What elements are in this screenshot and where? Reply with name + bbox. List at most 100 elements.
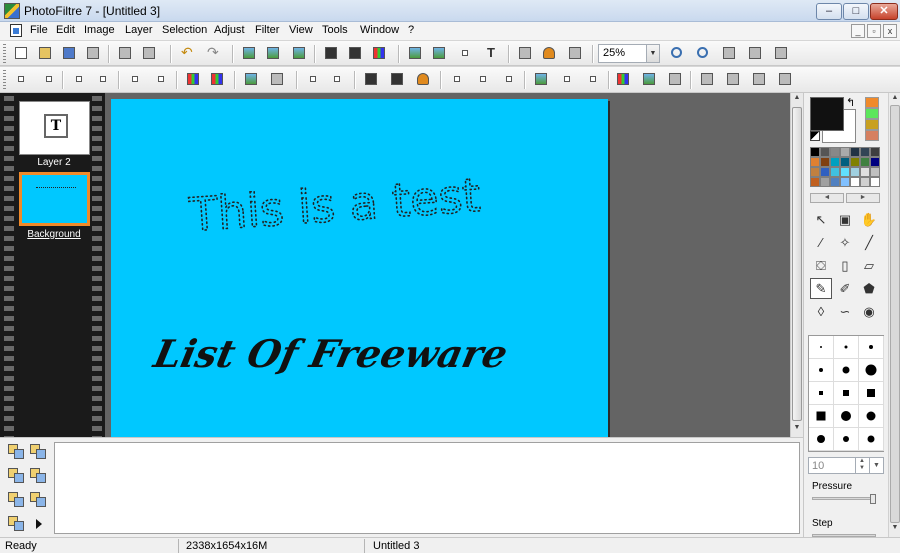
paste-layer-button[interactable] — [776, 70, 794, 88]
palette-swatch[interactable] — [860, 167, 870, 177]
scroll-up-icon[interactable]: ▲ — [792, 94, 802, 106]
play-icon[interactable] — [36, 519, 42, 529]
brush-shape-option[interactable] — [809, 359, 834, 382]
pointer-icon[interactable]: ↖ — [810, 209, 832, 230]
align-left-button[interactable] — [698, 70, 716, 88]
emboss-button[interactable] — [584, 70, 602, 88]
merge-layer-icon[interactable] — [8, 492, 24, 507]
brush-shape-option[interactable] — [809, 382, 834, 405]
zoom-out-button[interactable] — [694, 44, 712, 62]
palette-swatch[interactable] — [820, 147, 830, 157]
align-center-button[interactable] — [724, 70, 742, 88]
layer-options-icon[interactable] — [30, 444, 46, 459]
scrollbar-thumb[interactable] — [792, 107, 802, 421]
brush-shape-option[interactable] — [859, 428, 884, 451]
mdi-minimize-button[interactable]: _ — [851, 24, 865, 38]
layer-label[interactable]: Layer 2 — [8, 157, 100, 168]
brush-shape-option[interactable] — [834, 428, 859, 451]
fit-screen-button[interactable] — [772, 44, 790, 62]
menu-file[interactable]: File — [30, 24, 48, 36]
recent-color-swatch[interactable] — [865, 130, 879, 141]
palette-swatch[interactable] — [870, 167, 880, 177]
crop-button[interactable] — [290, 44, 308, 62]
blur-icon[interactable]: ◊ — [810, 301, 832, 322]
undo-button[interactable] — [178, 44, 196, 62]
palette-swatch[interactable] — [860, 157, 870, 167]
palette-swatch[interactable] — [870, 157, 880, 167]
flip-horizontal-button[interactable] — [614, 70, 632, 88]
palette-next-button[interactable]: ► — [846, 193, 880, 203]
palette-swatch[interactable] — [830, 177, 840, 187]
fullscreen-button[interactable] — [566, 44, 584, 62]
negative-button[interactable] — [388, 70, 406, 88]
palette-swatch[interactable] — [850, 167, 860, 177]
smudge-icon[interactable]: ∽ — [834, 301, 856, 322]
plugins-button[interactable] — [540, 44, 558, 62]
toolbar-grip[interactable] — [3, 70, 6, 90]
palette-swatch[interactable] — [810, 167, 820, 177]
menu-layer[interactable]: Layer — [125, 24, 153, 36]
mdi-restore-button[interactable]: ▫ — [867, 24, 881, 38]
auto-gamma-button[interactable] — [328, 70, 346, 88]
vertical-scrollbar[interactable]: ▲ ▼ — [790, 93, 803, 437]
layer-label-selected[interactable]: Background — [8, 229, 100, 240]
palette-swatch[interactable] — [860, 147, 870, 157]
clone-icon[interactable]: ◉ — [858, 301, 880, 322]
minimize-button[interactable]: – — [816, 3, 842, 20]
palette-swatch[interactable] — [870, 147, 880, 157]
fit-window-button[interactable] — [746, 44, 764, 62]
menu-selection[interactable]: Selection — [162, 24, 207, 36]
palette-swatch[interactable] — [840, 177, 850, 187]
rotate-button[interactable] — [666, 70, 684, 88]
document-icon[interactable] — [10, 24, 22, 37]
history-list[interactable] — [54, 442, 800, 534]
image-size-button[interactable] — [240, 44, 258, 62]
image-explorer-button[interactable] — [430, 44, 448, 62]
palette-swatch[interactable] — [820, 167, 830, 177]
hand-icon[interactable]: ✋ — [858, 209, 880, 230]
menu-image[interactable]: Image — [84, 24, 115, 36]
palette-prev-button[interactable]: ◄ — [810, 193, 844, 203]
scroll-down-icon[interactable]: ▼ — [890, 524, 900, 534]
actual-size-button[interactable] — [720, 44, 738, 62]
palette-swatch[interactable] — [810, 147, 820, 157]
brush-shape-option[interactable] — [859, 359, 884, 382]
photomasque-button[interactable] — [406, 44, 424, 62]
eyedropper-icon[interactable]: ⁄ — [810, 232, 832, 253]
brush-shape-option[interactable] — [834, 336, 859, 359]
soften-button[interactable] — [474, 70, 492, 88]
close-button[interactable]: ✕ — [870, 3, 898, 20]
contrast-minus-button[interactable] — [126, 70, 144, 88]
brush-icon[interactable]: ✎ — [810, 278, 832, 299]
selection-icon[interactable]: ▣ — [834, 209, 856, 230]
triangle-filter-button[interactable] — [558, 70, 576, 88]
brush-shape-option[interactable] — [834, 405, 859, 428]
brush-shape-option[interactable] — [809, 405, 834, 428]
layer-properties-icon[interactable] — [8, 444, 24, 459]
maximize-button[interactable]: □ — [843, 3, 869, 20]
menu-view[interactable]: View — [289, 24, 313, 36]
pressure-slider[interactable] — [812, 497, 876, 500]
foreground-color-swatch[interactable] — [810, 97, 844, 131]
image-canvas[interactable]: This is a test List Of Freeware — [111, 99, 608, 437]
brush-shape-option[interactable] — [859, 405, 884, 428]
selection-button[interactable] — [456, 44, 474, 62]
menu-adjust[interactable]: Adjust — [214, 24, 245, 36]
canvas-size-button[interactable] — [264, 44, 282, 62]
brush-shape-option[interactable] — [834, 359, 859, 382]
toolbar-grip[interactable] — [3, 44, 6, 64]
menu-tools[interactable]: Tools — [322, 24, 348, 36]
layer-mask-icon[interactable] — [8, 516, 24, 531]
brush-shape-option[interactable] — [809, 336, 834, 359]
palette-swatch[interactable] — [840, 147, 850, 157]
palette-swatch[interactable] — [840, 167, 850, 177]
auto-contrast-button[interactable] — [40, 70, 58, 88]
recent-color-swatch[interactable] — [865, 97, 879, 108]
scroll-up-icon[interactable]: ▲ — [890, 94, 900, 104]
grayscale-button[interactable] — [362, 70, 380, 88]
recent-color-swatch[interactable] — [865, 119, 879, 130]
transparency-button[interactable] — [322, 44, 340, 62]
delete-layer-icon[interactable] — [30, 492, 46, 507]
contrast-plus-button[interactable] — [152, 70, 170, 88]
menu-filter[interactable]: Filter — [255, 24, 279, 36]
